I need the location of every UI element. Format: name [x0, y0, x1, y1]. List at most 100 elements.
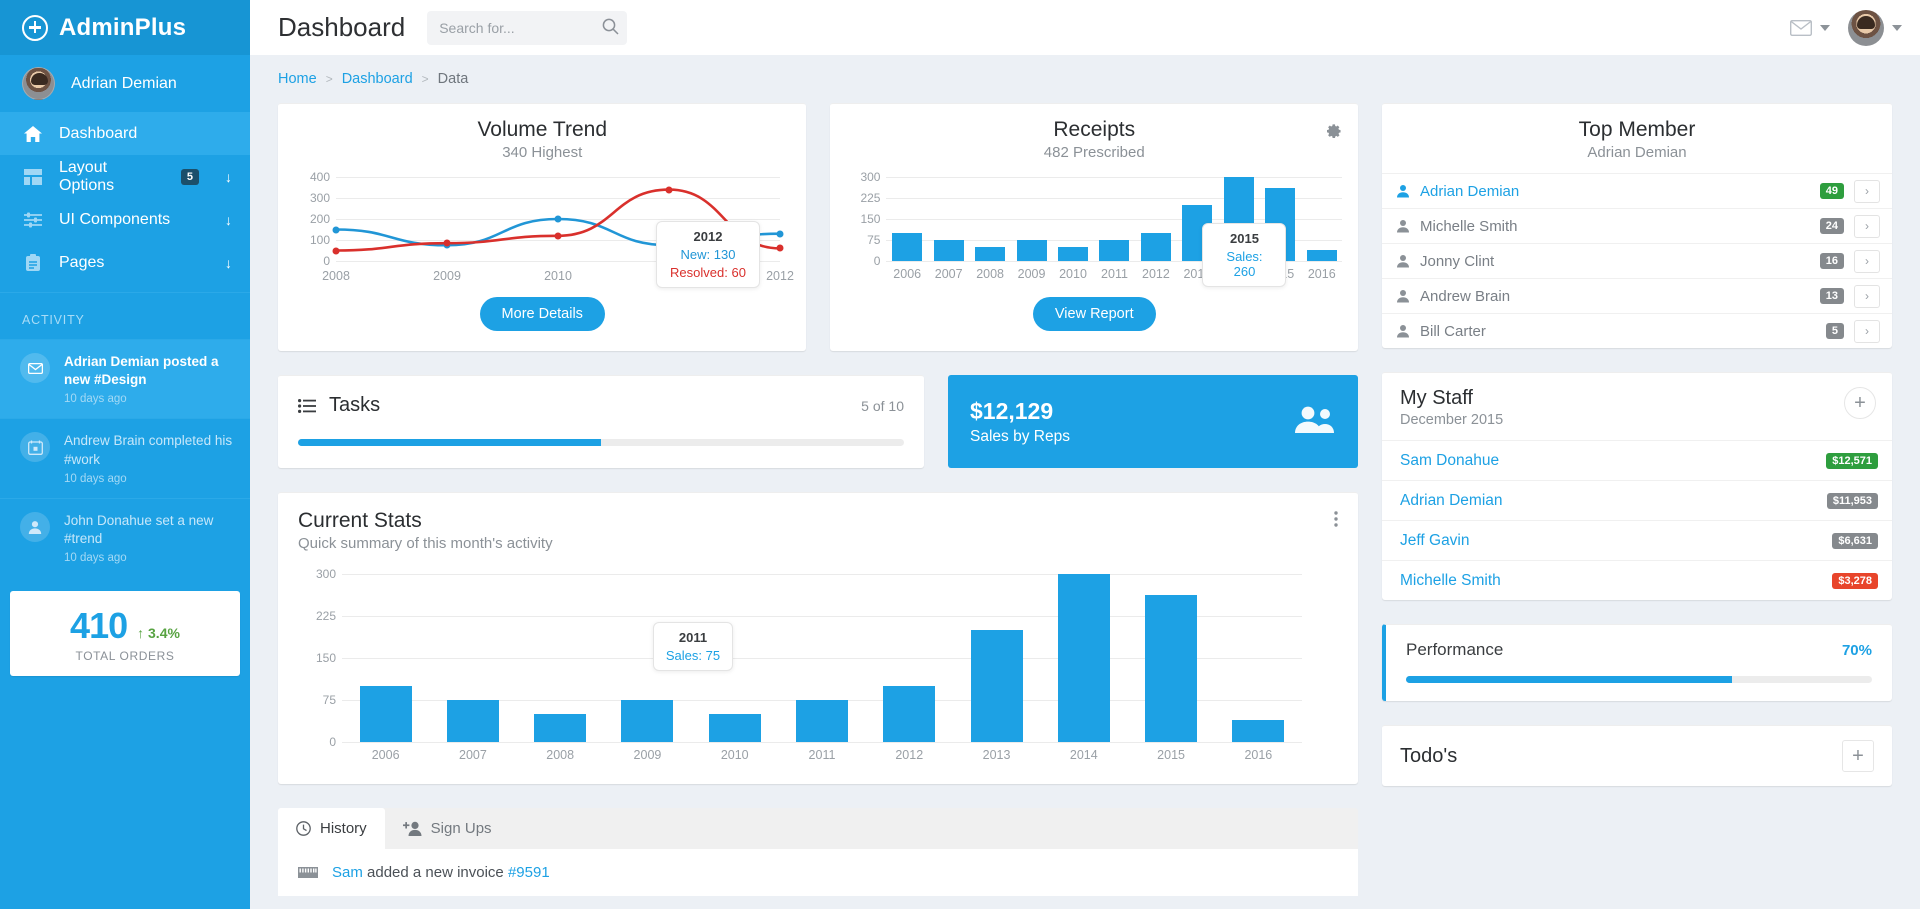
tab-sign-ups[interactable]: Sign Ups	[385, 808, 510, 849]
x-axis-tick: 2016	[1308, 267, 1336, 281]
history-invoice-ref[interactable]: #9591	[508, 864, 550, 881]
chevron-down-icon[interactable]: ↓	[225, 212, 232, 228]
data-point[interactable]	[555, 216, 562, 223]
sidebar-item-layout-options[interactable]: Layout Options 5 ↓	[0, 155, 250, 198]
x-axis-tick: 2009	[1018, 267, 1046, 281]
sidebar-user-panel[interactable]: Adrian Demian	[0, 55, 250, 112]
breadcrumb-item-home[interactable]: Home	[278, 71, 317, 87]
x-axis-tick: 2009	[433, 269, 461, 283]
avatar	[22, 67, 55, 100]
bar[interactable]	[1145, 595, 1197, 742]
history-user[interactable]: Sam	[332, 864, 363, 881]
gear-icon[interactable]	[1325, 122, 1342, 144]
staff-name[interactable]: Sam Donahue	[1400, 452, 1826, 470]
bar[interactable]	[892, 233, 922, 261]
chevron-right-icon[interactable]: ›	[1854, 215, 1880, 238]
bar[interactable]	[934, 240, 964, 261]
content-columns: Volume Trend 340 Highest 0100200300400 2…	[278, 103, 1892, 896]
view-report-button[interactable]: View Report	[1033, 297, 1156, 331]
chevron-down-icon[interactable]: ↓	[225, 255, 232, 271]
chevron-right-icon[interactable]: ›	[1854, 250, 1880, 273]
clock-icon	[296, 821, 311, 836]
charts-row: Volume Trend 340 Highest 0100200300400 2…	[278, 103, 1358, 351]
sidebar-item-ui-components[interactable]: UI Components ↓	[0, 198, 250, 241]
staff-name[interactable]: Adrian Demian	[1400, 492, 1827, 510]
chevron-right-icon[interactable]: ›	[1854, 180, 1880, 203]
chevron-right-icon[interactable]: ›	[1854, 285, 1880, 308]
bar[interactable]	[360, 686, 412, 742]
bar[interactable]	[1058, 574, 1110, 742]
member-row[interactable]: Michelle Smith24›	[1382, 208, 1892, 243]
brand-logo-area[interactable]: AdminPlus	[0, 0, 250, 55]
users-icon	[1294, 405, 1336, 438]
sales-by-reps-card[interactable]: $12,129 Sales by Reps	[948, 375, 1358, 468]
data-point[interactable]	[555, 232, 562, 239]
search-input[interactable]	[427, 11, 627, 45]
volume-trend-tooltip: 2012 New: 130 Resolved: 60	[656, 221, 760, 288]
tab-history[interactable]: History	[278, 808, 385, 849]
bar[interactable]	[621, 700, 673, 742]
member-row[interactable]: Andrew Brain13›	[1382, 278, 1892, 313]
bar[interactable]	[975, 247, 1005, 261]
sidebar-item-dashboard[interactable]: Dashboard	[0, 112, 250, 155]
kebab-menu-icon[interactable]	[1334, 511, 1338, 527]
total-orders-label: TOTAL ORDERS	[10, 649, 240, 663]
member-row[interactable]: Jonny Clint16›	[1382, 243, 1892, 278]
bar[interactable]	[1307, 250, 1337, 261]
bar[interactable]	[1232, 720, 1284, 742]
breadcrumb-item-dashboard[interactable]: Dashboard	[342, 71, 413, 87]
tasks-row: Tasks 5 of 10 $12,129 Sales by Reps	[278, 375, 1358, 468]
search-icon[interactable]	[602, 18, 619, 38]
envelope-icon[interactable]	[1790, 20, 1812, 36]
bar[interactable]	[1058, 247, 1088, 261]
data-point[interactable]	[333, 247, 340, 254]
staff-row[interactable]: Jeff Gavin$6,631	[1382, 520, 1892, 560]
bar[interactable]	[1141, 233, 1171, 261]
data-point[interactable]	[777, 230, 784, 237]
data-point[interactable]	[444, 240, 451, 247]
bar[interactable]	[883, 686, 935, 742]
bar[interactable]	[1099, 240, 1129, 261]
x-axis-tick: 2007	[459, 748, 487, 762]
data-point[interactable]	[666, 186, 673, 193]
data-point[interactable]	[333, 226, 340, 233]
activity-time: 10 days ago	[64, 393, 236, 405]
sidebar-item-pages[interactable]: Pages ↓	[0, 241, 250, 284]
staff-row[interactable]: Adrian Demian$11,953	[1382, 480, 1892, 520]
bar[interactable]	[709, 714, 761, 742]
chevron-down-icon[interactable]	[1892, 25, 1902, 31]
chevron-right-icon[interactable]: ›	[1854, 320, 1880, 343]
staff-name[interactable]: Michelle Smith	[1400, 572, 1832, 590]
member-row[interactable]: Adrian Demian49›	[1382, 173, 1892, 208]
user-icon	[1396, 184, 1410, 198]
bar[interactable]	[447, 700, 499, 742]
add-todo-button[interactable]: +	[1842, 740, 1874, 772]
bar[interactable]	[796, 700, 848, 742]
add-staff-button[interactable]: +	[1844, 387, 1876, 419]
volume-trend-chart: 0100200300400 20082009201020112012 2012 …	[278, 169, 806, 289]
staff-row[interactable]: Sam Donahue$12,571	[1382, 440, 1892, 480]
activity-item[interactable]: John Donahue set a new #trend 10 days ag…	[0, 498, 250, 577]
x-axis-tick: 2011	[809, 748, 836, 762]
staff-row[interactable]: Michelle Smith$3,278	[1382, 560, 1892, 600]
member-row[interactable]: Bill Carter5›	[1382, 313, 1892, 348]
activity-item[interactable]: Adrian Demian posted a new #Design 10 da…	[0, 339, 250, 418]
avatar[interactable]	[1848, 10, 1884, 46]
bar[interactable]	[1017, 240, 1047, 261]
total-orders-card: 410 ↑ 3.4% TOTAL ORDERS	[10, 591, 240, 676]
sidebar-item-label: Pages	[59, 254, 209, 272]
bar[interactable]	[971, 630, 1023, 742]
x-axis-tick: 2008	[322, 269, 350, 283]
chevron-down-icon[interactable]	[1820, 25, 1830, 31]
more-details-button[interactable]: More Details	[480, 297, 605, 331]
chevron-down-icon[interactable]: ↓	[225, 169, 232, 185]
data-point[interactable]	[777, 245, 784, 252]
current-stats-tooltip: 2011 Sales: 75	[653, 622, 733, 671]
bar[interactable]	[534, 714, 586, 742]
staff-name[interactable]: Jeff Gavin	[1400, 532, 1832, 550]
breadcrumb-item-data: Data	[438, 71, 469, 87]
my-staff-card: My Staff December 2015 + Sam Donahue$12,…	[1382, 372, 1892, 600]
x-axis-tick: 2015	[1157, 748, 1185, 762]
activity-item[interactable]: Andrew Brain completed his #work 10 days…	[0, 418, 250, 497]
member-name: Adrian Demian	[1420, 183, 1810, 200]
